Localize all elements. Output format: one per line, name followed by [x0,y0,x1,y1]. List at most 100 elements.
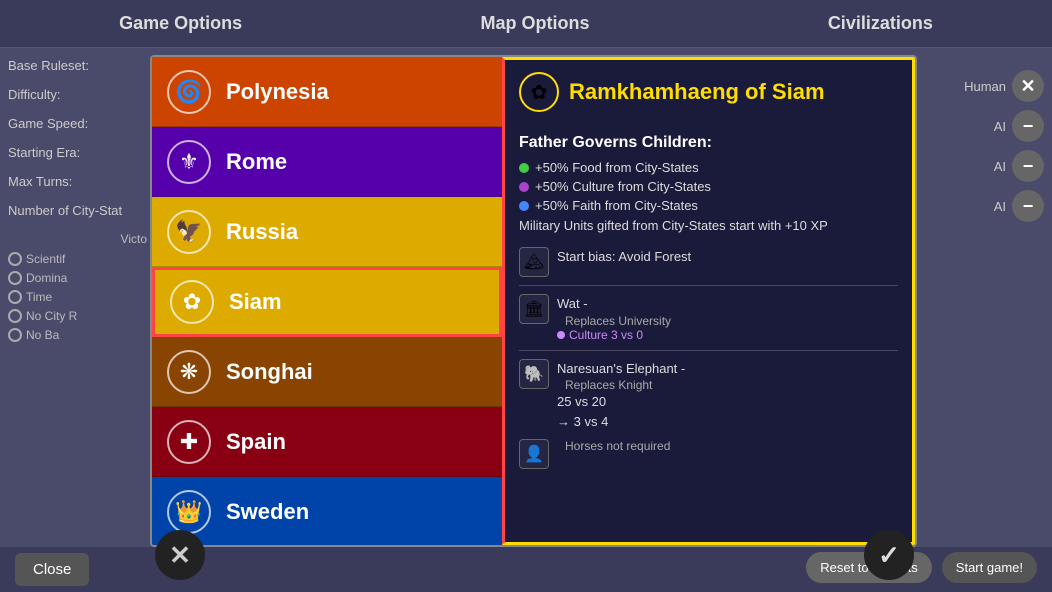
top-navigation: Game Options Map Options Civilizations [0,0,1052,48]
domination-label: Domina [26,271,67,285]
unique-unit-row: 🐘 Naresuan's Elephant - Replaces Knight … [519,359,898,432]
num-city-states-label: Number of City-Stat [8,203,147,218]
scientific-radio-circle [8,252,22,266]
max-turns-label: Max Turns: [8,174,147,189]
human-player-row: Human ✕ [930,70,1044,102]
civ-item-polynesia[interactable]: 🌀 Polynesia [152,57,502,127]
wat-title: Wat - [557,294,671,314]
wat-info: Wat - Replaces University Culture 3 vs 0 [557,294,671,342]
nav-game-options[interactable]: Game Options [119,13,242,34]
ai-minus-button-1[interactable]: − [1012,110,1044,142]
difficulty-label: Difficulty: [8,87,147,102]
faith-dot [519,201,529,211]
nav-civilizations[interactable]: Civilizations [828,13,933,34]
food-dot [519,163,529,173]
civ-item-songhai[interactable]: ❋ Songhai [152,337,502,407]
sweden-icon: 👑 [167,490,211,534]
start-bias-text: Start bias: Avoid Forest [557,247,691,267]
scientific-label: Scientif [26,252,65,266]
no-barbarians-radio[interactable]: No Ba [8,328,147,342]
start-bias-row: 🏔 Start bias: Avoid Forest [519,247,898,277]
civ-item-russia[interactable]: 🦅 Russia [152,197,502,267]
civ-modal: 🌀 Polynesia ⚜ Rome 🦅 Russia ✿ Siam ❋ Son… [150,55,917,547]
elephant-info: Naresuan's Elephant - Replaces Knight 25… [557,359,685,432]
confirm-check-icon: ✓ [878,540,900,571]
wat-stat-text: Culture 3 vs 0 [569,328,643,342]
elephant-icon: 🐘 [519,359,549,389]
rome-name: Rome [226,149,287,175]
wat-stat-dot [557,331,565,339]
songhai-icon: ❋ [167,350,211,394]
ai-minus-button-2[interactable]: − [1012,150,1044,182]
right-players-panel: Human ✕ AI − AI − AI − [922,55,1052,547]
time-radio-circle [8,290,22,304]
ability-food: +50% Food from City-States [519,160,898,175]
civ-item-siam[interactable]: ✿ Siam [152,267,502,337]
russia-icon: 🦅 [167,210,211,254]
horses-row: 👤 Horses not required [519,439,898,469]
close-x-button[interactable]: ✕ [155,530,205,580]
time-label: Time [26,290,52,304]
confirm-check-button[interactable]: ✓ [864,530,914,580]
elephant-stat1: 25 vs 20 [557,392,685,412]
time-radio[interactable]: Time [8,290,147,304]
spain-icon: ✚ [167,420,211,464]
starting-era-label: Starting Era: [8,145,147,160]
civ-detail-panel: ✿ Ramkhamhaeng of Siam Father Governs Ch… [502,57,915,545]
nav-map-options[interactable]: Map Options [481,13,590,34]
civ-item-spain[interactable]: ✚ Spain [152,407,502,477]
scientific-radio[interactable]: Scientif [8,252,147,266]
ai-player-row-3: AI − [930,190,1044,222]
civ-list: 🌀 Polynesia ⚜ Rome 🦅 Russia ✿ Siam ❋ Son… [152,57,502,545]
horses-icon: 👤 [519,439,549,469]
left-options-panel: Base Ruleset: Difficulty: Game Speed: St… [0,48,155,592]
siam-name: Siam [229,289,282,315]
ability-faith: +50% Faith from City-States [519,198,898,213]
songhai-name: Songhai [226,359,313,385]
ai-minus-button-3[interactable]: − [1012,190,1044,222]
no-barbarians-label: No Ba [26,328,59,342]
ai-label-2: AI [994,159,1006,174]
horses-text: Horses not required [565,439,670,453]
wat-stat: Culture 3 vs 0 [557,328,671,342]
elephant-stat2: → 3 vs 4 [557,412,685,432]
no-city-razing-label: No City R [26,309,77,323]
sweden-name: Sweden [226,499,309,525]
polynesia-name: Polynesia [226,79,329,105]
ability-culture: +50% Culture from City-States [519,179,898,194]
human-minus-button[interactable]: ✕ [1012,70,1044,102]
divider-2 [519,350,898,351]
start-bias-icon: 🏔 [519,247,549,277]
russia-name: Russia [226,219,298,245]
ai-player-row-2: AI − [930,150,1044,182]
unique-building-row: 🏛 Wat - Replaces University Culture 3 vs… [519,294,898,342]
no-city-razing-circle [8,309,22,323]
close-x-icon: ✕ [169,540,191,571]
game-speed-label: Game Speed: [8,116,147,131]
ai-label-1: AI [994,119,1006,134]
detail-civ-icon: ✿ [519,72,559,112]
domination-radio[interactable]: Domina [8,271,147,285]
civ-item-rome[interactable]: ⚜ Rome [152,127,502,197]
spain-name: Spain [226,429,286,455]
culture-dot [519,182,529,192]
victory-label: Victo [8,232,147,246]
wat-replaces: Replaces University [565,314,671,328]
ai-label-3: AI [994,199,1006,214]
ability-food-text: +50% Food from City-States [535,160,699,175]
elephant-replaces: Replaces Knight [565,378,685,392]
civ-item-sweden[interactable]: 👑 Sweden [152,477,502,545]
siam-icon: ✿ [170,280,214,324]
detail-header: ✿ Ramkhamhaeng of Siam [519,72,898,120]
ability-faith-text: +50% Faith from City-States [535,198,698,213]
wat-icon: 🏛 [519,294,549,324]
no-city-razing-radio[interactable]: No City R [8,309,147,323]
start-game-button[interactable]: Start game! [942,552,1037,583]
domination-radio-circle [8,271,22,285]
close-text-button[interactable]: Close [15,553,89,586]
base-ruleset-label: Base Ruleset: [8,58,147,73]
rome-icon: ⚜ [167,140,211,184]
ability-culture-text: +50% Culture from City-States [535,179,711,194]
ai-player-row-1: AI − [930,110,1044,142]
divider-1 [519,285,898,286]
